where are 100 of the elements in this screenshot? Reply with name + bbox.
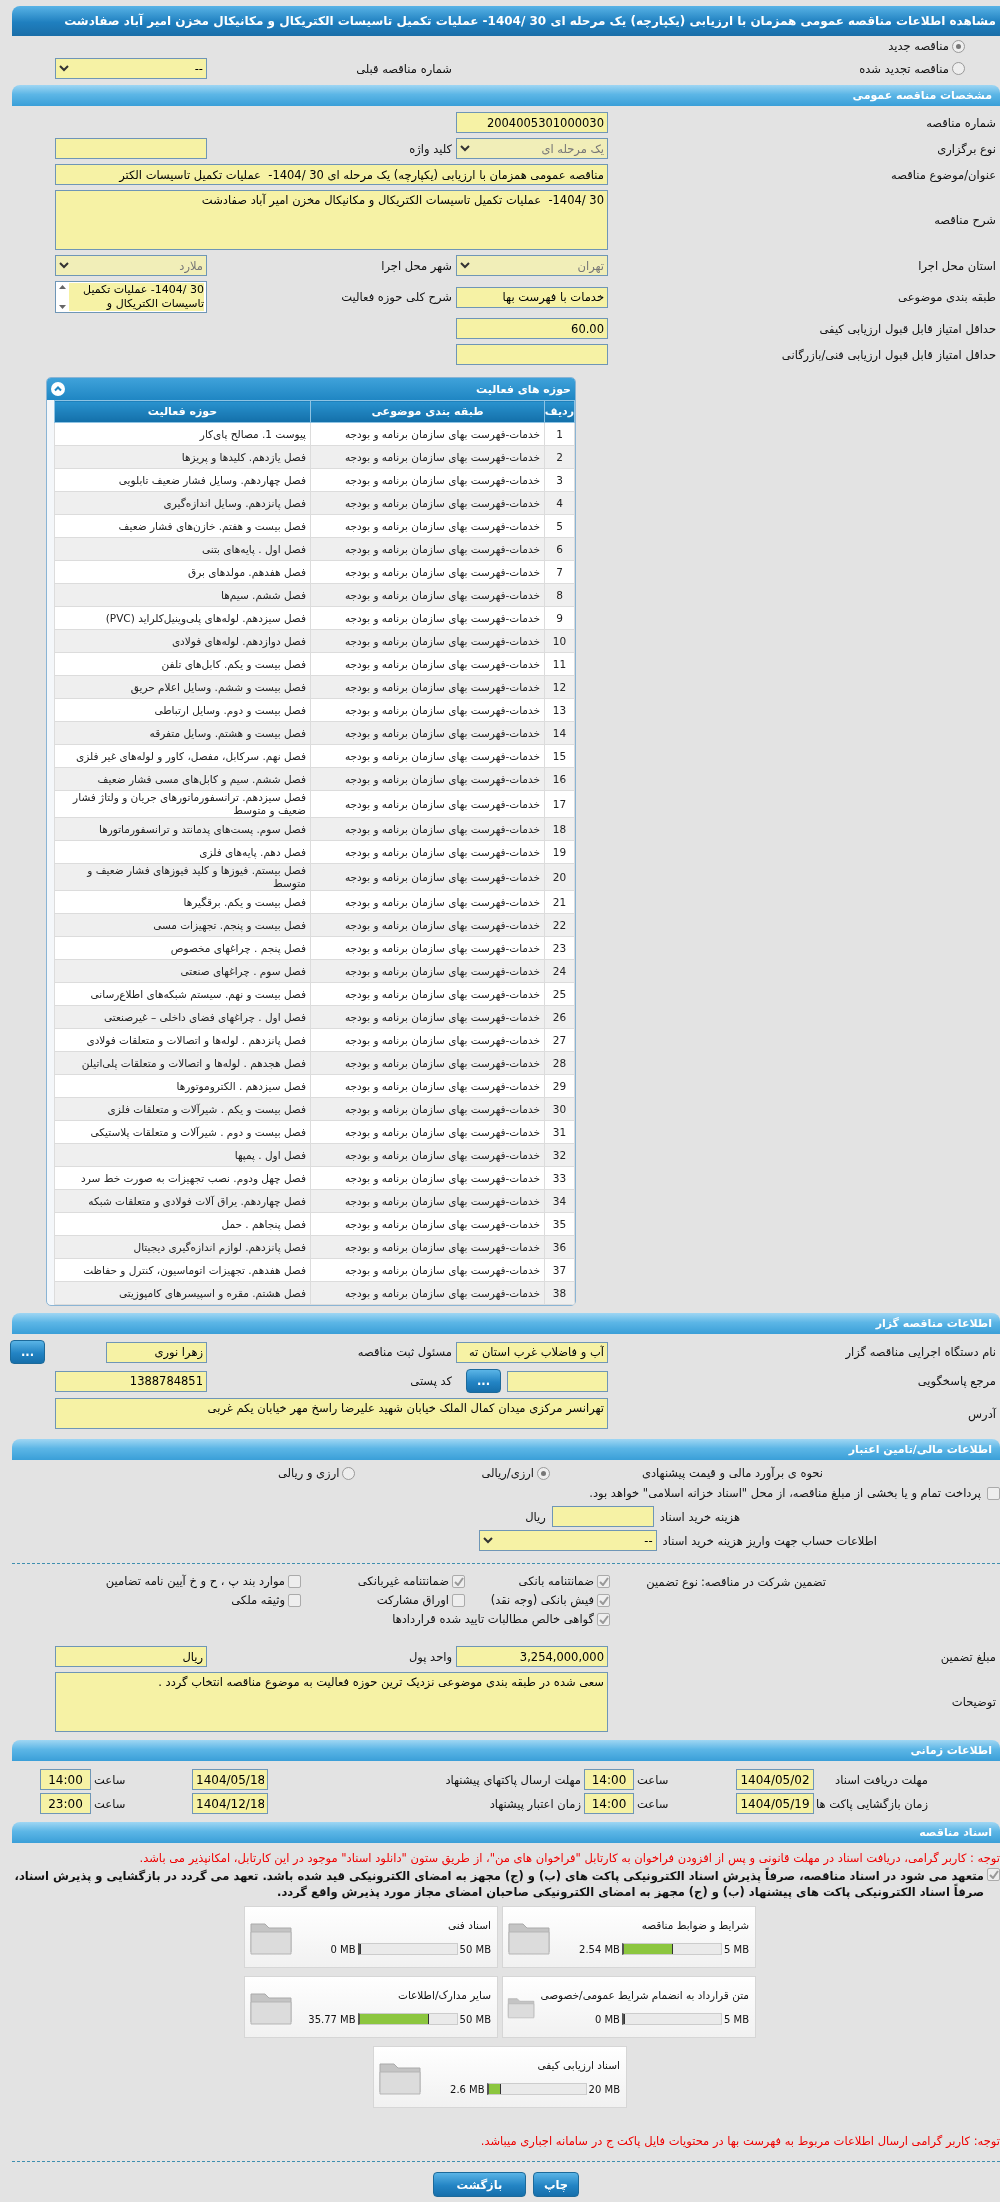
- field-label: مبلغ تضمین: [939, 1649, 997, 1664]
- table-cell: 5: [544, 514, 575, 538]
- table-cell: فصل اول . چراغهای فضای داخلی – غیرصنعتی: [54, 1005, 311, 1029]
- table-cell: 22: [544, 913, 575, 937]
- checkbox-label: گواهی خالص مطالبات تایید شده قراردادها: [392, 1612, 594, 1626]
- time-field[interactable]: 14:00: [584, 1793, 634, 1814]
- text-field[interactable]: خدمات با فهرست بها: [456, 286, 608, 308]
- time-field[interactable]: 14:00: [40, 1769, 91, 1790]
- text-field[interactable]: آب و فاضلاب غرب استان ته: [456, 1341, 608, 1363]
- collapse-icon[interactable]: [51, 382, 65, 396]
- radio-button[interactable]: [536, 1466, 550, 1480]
- dropdown[interactable]: --: [478, 1530, 657, 1551]
- text-field[interactable]: 60.00: [456, 318, 608, 339]
- text-field[interactable]: 1388784851: [55, 1370, 207, 1392]
- table-cell: 7: [544, 560, 575, 584]
- time-field[interactable]: 23:00: [40, 1793, 91, 1814]
- list-box[interactable]: 30 /1404- عملیات تکمیل تاسیسات الکتریکال و: [55, 281, 207, 313]
- size-label: 5 MB: [723, 2013, 749, 2025]
- table-cell: فصل سیزدهم . الکتروموتورها: [54, 1074, 311, 1098]
- size-label: 0 MB: [594, 2013, 620, 2025]
- field-label: هزینه خرید اسناد: [659, 1509, 740, 1524]
- time-field[interactable]: 14:00: [584, 1769, 634, 1790]
- text-area[interactable]: تهرانسر مرکزی میدان کمال الملک خیابان شهید علیرضا راسخ مهر خیابان یکم غربی: [55, 1398, 608, 1429]
- field-label: نحوه ی برآورد مالی و قیمت پیشنهادی: [641, 1466, 823, 1480]
- field-label: طبقه بندی موضوعی: [897, 290, 997, 304]
- field-label: شماره مناقصه قبلی: [355, 61, 453, 76]
- dropdown[interactable]: --: [55, 58, 207, 79]
- text-field[interactable]: [551, 1506, 654, 1527]
- print-button[interactable]: چاپ: [532, 2172, 580, 2197]
- text-field[interactable]: [507, 1370, 608, 1392]
- table-cell: فصل دوازدهم. لوله‌های فولادی: [54, 629, 311, 653]
- date-field[interactable]: 1404/12/18: [192, 1793, 268, 1814]
- text-field[interactable]: ریال: [55, 1646, 207, 1667]
- text-field[interactable]: 2004005301000030: [456, 112, 608, 133]
- section-header: اطلاعات مناقصه گزار: [12, 1313, 1000, 1334]
- field-label: زمان اعتبار پیشنهاد: [488, 1796, 582, 1811]
- checkbox[interactable]: [288, 1574, 301, 1588]
- text-field[interactable]: [55, 138, 207, 159]
- notice-text: توجه : کاربر گرامی، دریافت اسناد در مهلت قانونی و پس از افزودن فراخوان به کارتابل "فراخوان های من"، از طریق ستون "دانلود اسناد" موجود در این کارتابل، امکانپذیر می باشد.: [138, 1851, 1000, 1866]
- text-field[interactable]: [456, 344, 608, 365]
- browse-button[interactable]: ...: [9, 1340, 46, 1364]
- radio-label: ارزی/ریالی: [481, 1466, 534, 1480]
- radio-button[interactable]: [952, 62, 965, 75]
- date-field[interactable]: 1404/05/18: [192, 1769, 268, 1790]
- checkbox[interactable]: [597, 1574, 610, 1588]
- table-cell: خدمات-فهرست بهای سازمان برنامه و بودجه: [310, 583, 545, 607]
- table-cell: 18: [544, 817, 575, 841]
- checkbox[interactable]: [987, 1868, 1000, 1881]
- table-cell: 36: [544, 1235, 575, 1259]
- table-cell: فصل پانزدهم . لوله‌ها و اتصالات و متعلقات فولادی: [54, 1028, 311, 1052]
- checkbox[interactable]: [597, 1612, 610, 1626]
- column-header: حوزه فعالیت: [54, 400, 311, 423]
- size-label: 0 MB: [330, 1943, 356, 1955]
- checkbox[interactable]: [452, 1593, 465, 1607]
- document-title: شرایط و ضوابط مناقصه: [641, 1919, 749, 1931]
- caret-icon: [59, 262, 69, 269]
- date-field[interactable]: 1404/05/02: [736, 1769, 814, 1790]
- table-cell: فصل ششم. سیم و کابل‌های مسی فشار ضعیف: [54, 767, 311, 791]
- table-cell: فصل پنجاهم . حمل: [54, 1212, 311, 1236]
- table-cell: 27: [544, 1028, 575, 1052]
- radio-button[interactable]: [952, 39, 965, 53]
- table-cell: خدمات-فهرست بهای سازمان برنامه و بودجه: [310, 1005, 545, 1029]
- field-label: مرجع پاسخگویی: [916, 1374, 997, 1388]
- table-cell: خدمات-فهرست بهای سازمان برنامه و بودجه: [310, 652, 545, 676]
- document-title: اسناد فنی: [447, 1919, 491, 1931]
- checkbox[interactable]: [452, 1574, 465, 1588]
- field-label: نام دستگاه اجرایی مناقصه گزار: [844, 1345, 997, 1359]
- table-cell: فصل سوم . چراغهای صنعتی: [54, 959, 311, 983]
- table-cell: خدمات-فهرست بهای سازمان برنامه و بودجه: [310, 840, 545, 864]
- text-area[interactable]: سعی شده در طبقه بندی موضوعی نزدیک ترین حوزه فعالیت به موضوع مناقصه انتخاب گردد .: [55, 1672, 608, 1732]
- table-cell: فصل بیست و هفتم. خازن‌های فشار ضعیف: [54, 514, 311, 538]
- table-cell: 25: [544, 982, 575, 1006]
- field-label: مسئول ثبت مناقصه: [356, 1345, 453, 1359]
- size-label: 2.54 MB: [579, 1943, 620, 1955]
- table-cell: 35: [544, 1212, 575, 1236]
- table-cell: فصل چهاردهم. یراق آلات فولادی و متعلقات شبکه: [54, 1189, 311, 1213]
- checkbox[interactable]: [987, 1486, 1000, 1500]
- table-cell: فصل دهم. پایه‌های فلزی: [54, 840, 311, 864]
- table-cell: خدمات-فهرست بهای سازمان برنامه و بودجه: [310, 537, 545, 561]
- checkbox[interactable]: [288, 1593, 301, 1607]
- table-cell: 26: [544, 1005, 575, 1029]
- text-field[interactable]: زهرا نوری: [106, 1341, 207, 1363]
- back-button[interactable]: بازگشت: [432, 2172, 526, 2197]
- table-cell: فصل هجدهم . لوله‌ها و اتصالات و متعلقات پلی‌اتیلن: [54, 1051, 311, 1075]
- radio-button[interactable]: [342, 1466, 356, 1480]
- table-cell: خدمات-فهرست بهای سازمان برنامه و بودجه: [310, 744, 545, 768]
- text-field[interactable]: مناقصه عمومی همزمان با ارزیابی (یکپارچه) یک مرحله ای 30 /1404- عملیات تکمیل تاسیسات الکتر: [55, 164, 608, 185]
- table-cell: 34: [544, 1189, 575, 1213]
- table-cell: 8: [544, 583, 575, 607]
- field-label: ساعت: [93, 1772, 127, 1787]
- text-field[interactable]: 3,254,000,000: [456, 1646, 608, 1667]
- table-cell: خدمات-فهرست بهای سازمان برنامه و بودجه: [310, 1028, 545, 1052]
- text-area[interactable]: 30 /1404- عملیات تکمیل تاسیسات الکتریکال و مکانیکال مخزن امیر آباد صفادشت: [55, 190, 608, 250]
- document-title: متن قرارداد به انضمام شرایط عمومی/خصوصی: [540, 1989, 749, 2001]
- table-cell: فصل اول . پمپها: [54, 1143, 311, 1167]
- field-label: ساعت: [636, 1772, 670, 1787]
- date-field[interactable]: 1404/05/19: [736, 1793, 814, 1814]
- browse-button[interactable]: ...: [465, 1369, 501, 1393]
- checkbox[interactable]: [597, 1593, 610, 1607]
- field-label: کد پستی: [409, 1374, 453, 1388]
